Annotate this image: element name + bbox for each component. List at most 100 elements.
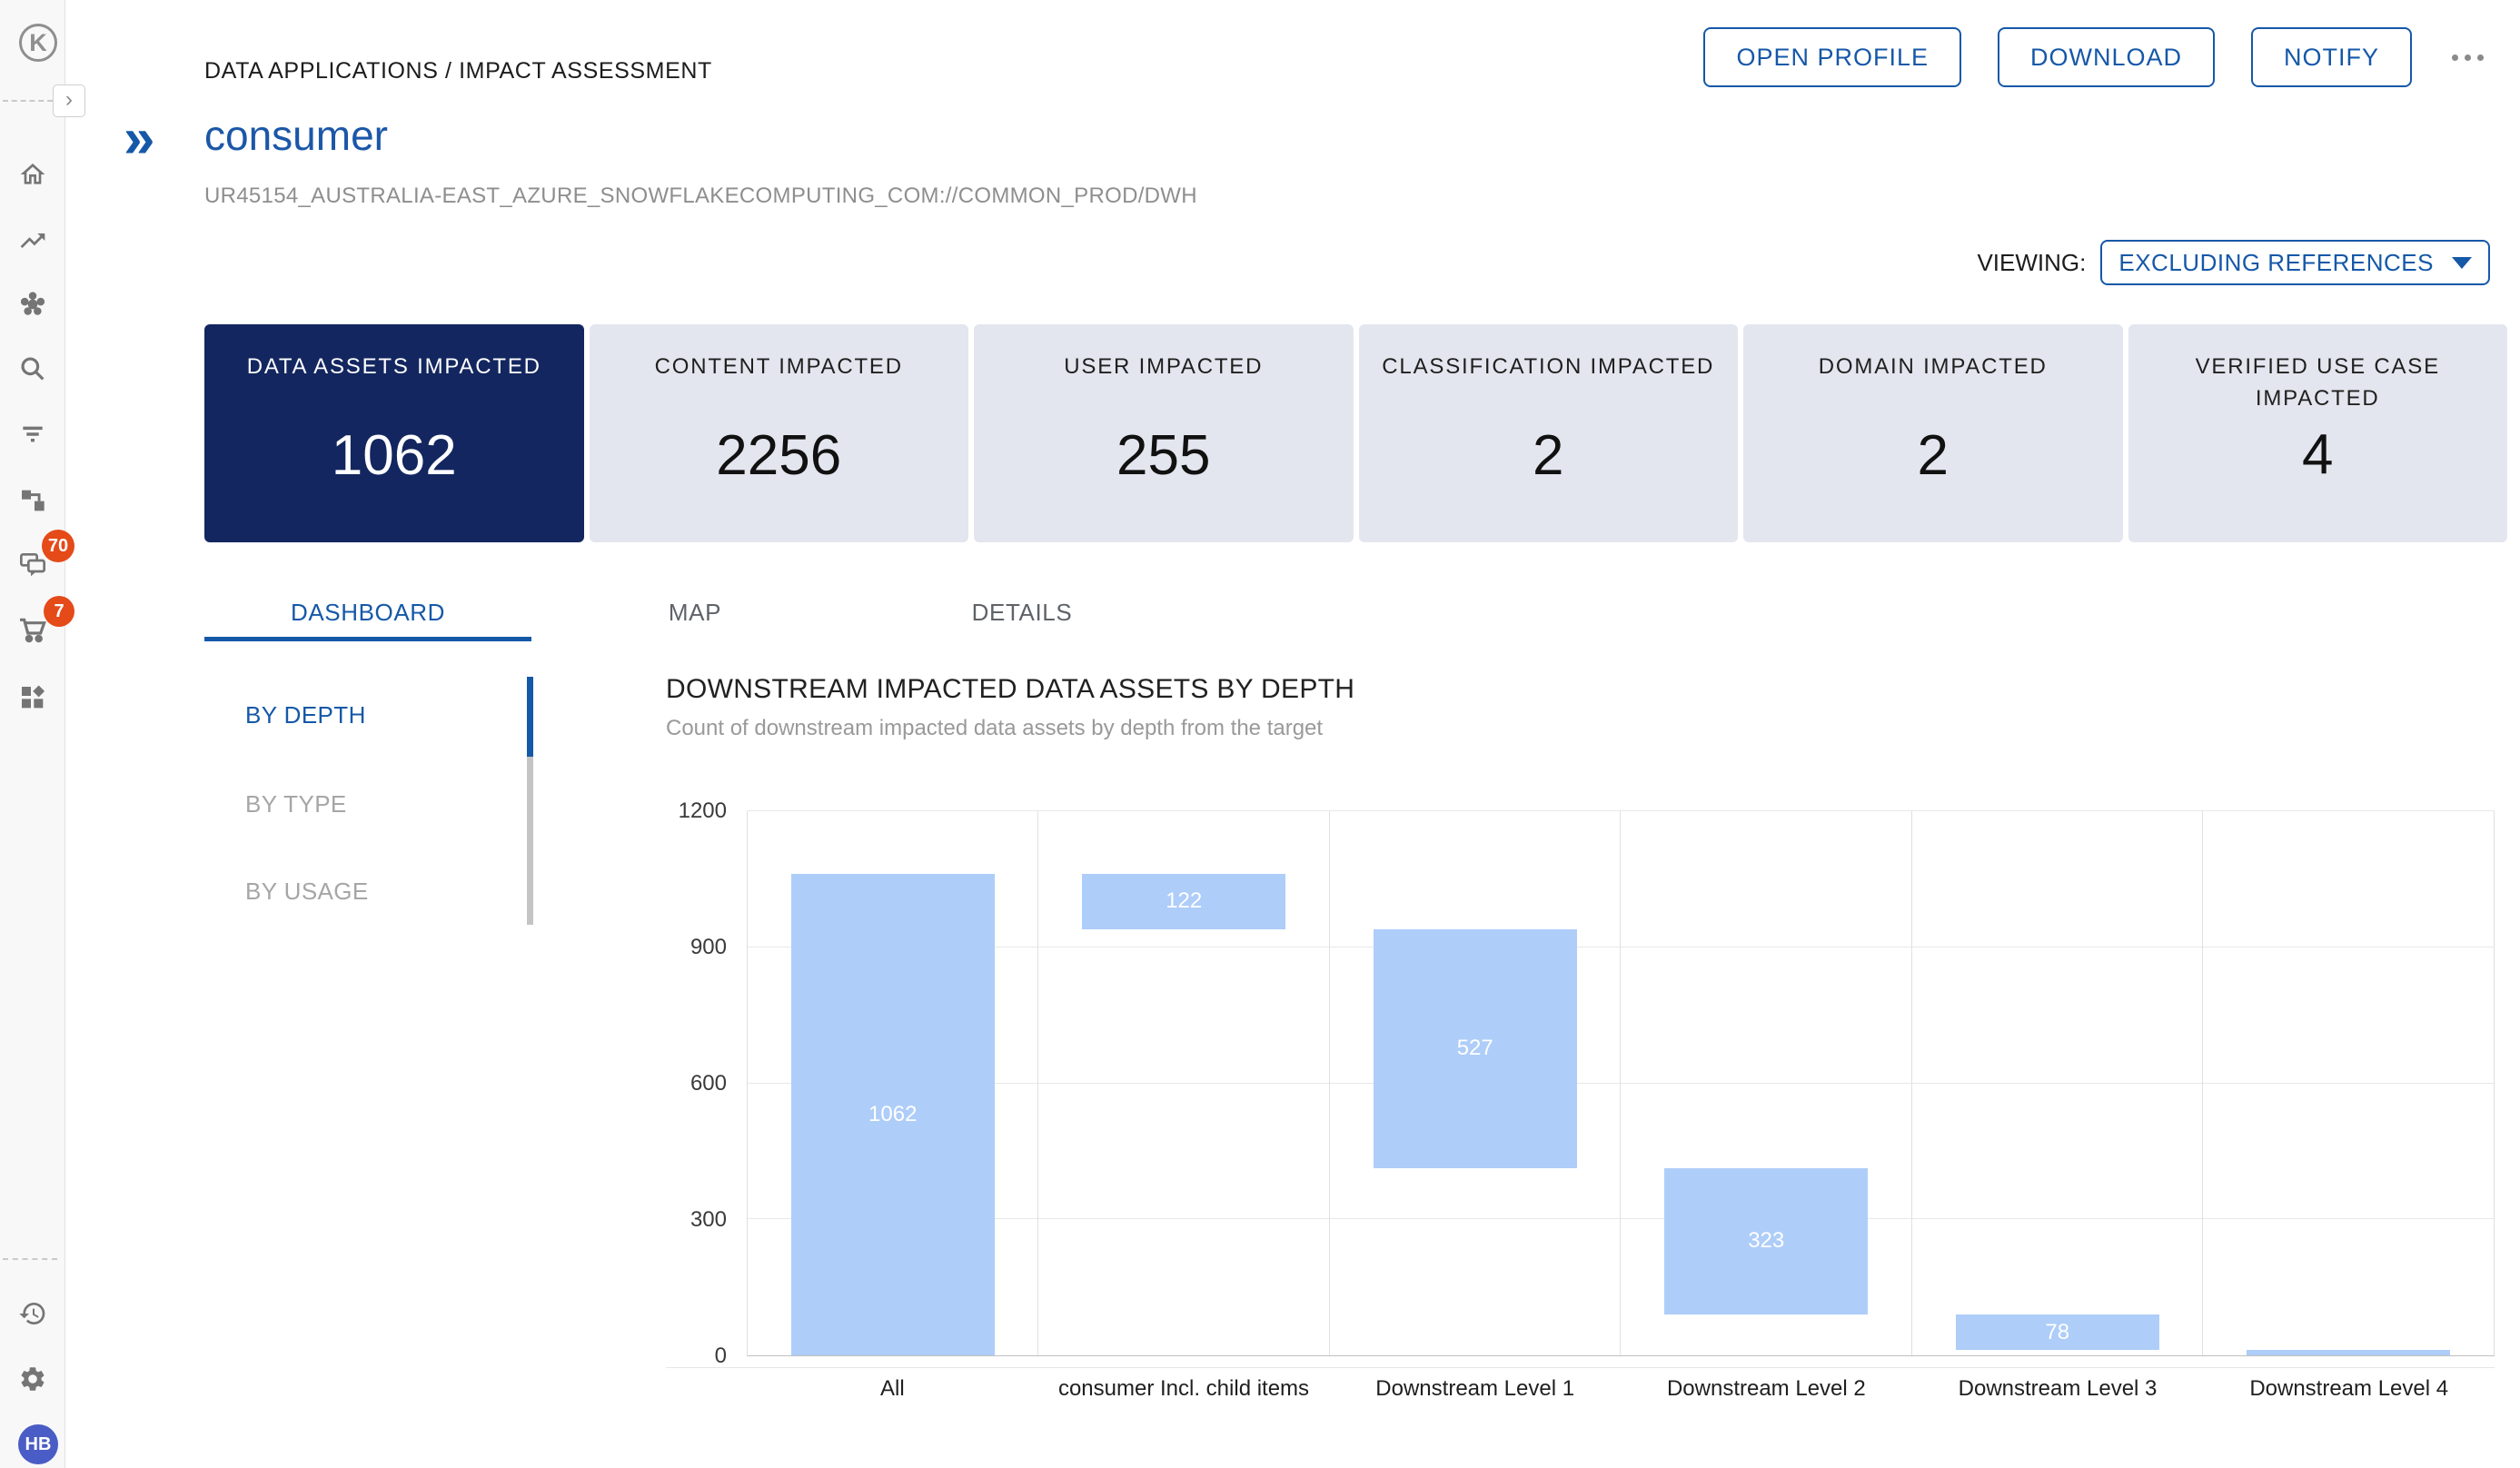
subnav-scrollbar[interactable] — [527, 677, 533, 925]
stat-card-label: CLASSIFICATION IMPACTED — [1359, 352, 1739, 383]
notify-button[interactable]: NOTIFY — [2251, 27, 2412, 87]
x-axis: Allconsumer Incl. child items Downstream … — [747, 1376, 2495, 1402]
stat-card-domain[interactable]: DOMAIN IMPACTED 2 — [1743, 324, 2123, 542]
user-avatar[interactable]: HB — [18, 1424, 58, 1464]
chart-subtitle: Count of downstream impacted data assets… — [666, 716, 1323, 741]
sidebar-item-hierarchy[interactable] — [0, 481, 65, 523]
bar-segment[interactable]: 323 — [1664, 1168, 1868, 1314]
x-axis-label: All — [747, 1376, 1038, 1402]
left-sidebar: K › 70 7 HB — [0, 0, 65, 1468]
chat-count-badge: 70 — [42, 530, 74, 562]
bar-segment[interactable]: 527 — [1374, 929, 1577, 1168]
sidebar-item-filter[interactable] — [0, 415, 65, 457]
chart-column: 78 — [1912, 811, 2203, 1355]
page-title: consumer — [204, 111, 388, 160]
stat-card-label: DATA ASSETS IMPACTED — [204, 352, 584, 383]
subnav-active-indicator — [527, 677, 533, 757]
plot-bottom-divider — [666, 1367, 2495, 1368]
chart-column: 527 — [1330, 811, 1621, 1355]
stat-card-value: 4 — [2128, 422, 2508, 487]
tab-map[interactable]: MAP — [531, 589, 858, 641]
page-subtitle: UR45154_AUSTRALIA-EAST_AZURE_SNOWFLAKECO… — [204, 184, 1197, 209]
chart-column: 323 — [1622, 811, 1912, 1355]
stat-card-value: 255 — [974, 423, 1354, 488]
filter-icon — [18, 420, 47, 453]
cart-count-badge: 7 — [44, 596, 74, 627]
double-chevron-icon: » — [124, 111, 154, 167]
viewing-dropdown[interactable]: EXCLUDING REFERENCES — [2100, 240, 2490, 285]
y-axis: 03006009001200 — [627, 811, 736, 1356]
y-tick-label: 1200 — [679, 798, 727, 824]
subnav-item-by-type[interactable]: BY TYPE — [245, 790, 347, 818]
viewing-control: VIEWING: EXCLUDING REFERENCES — [1977, 240, 2490, 285]
bar-segment[interactable]: 78 — [1956, 1314, 2159, 1350]
x-axis-label: Downstream Level 2 — [1621, 1376, 1912, 1402]
plot-area: 1062 122 527 323 78 — [747, 811, 2495, 1356]
y-tick-label: 900 — [690, 935, 727, 960]
bar-value-label: 122 — [1166, 888, 1202, 914]
stat-card-value: 2256 — [590, 423, 969, 488]
stat-card-value: 1062 — [204, 423, 584, 488]
sidebar-item-home[interactable] — [0, 155, 65, 197]
stat-card-value: 2 — [1743, 423, 2123, 488]
sidebar-item-lineage-hub[interactable] — [0, 285, 65, 327]
stat-card-content[interactable]: CONTENT IMPACTED 2256 — [590, 324, 969, 542]
bar-segment[interactable]: 122 — [1082, 874, 1285, 929]
stat-card-user[interactable]: USER IMPACTED 255 — [974, 324, 1354, 542]
sidebar-expand-button[interactable]: › — [53, 84, 85, 117]
stat-card-classification[interactable]: CLASSIFICATION IMPACTED 2 — [1359, 324, 1739, 542]
dashboard-subnav: BY DEPTH BY TYPE BY USAGE — [204, 672, 533, 927]
x-axis-label: consumer Incl. child items — [1038, 1376, 1330, 1402]
history-icon — [18, 1299, 47, 1333]
chart-column: 122 — [1038, 811, 1329, 1355]
open-profile-button[interactable]: OPEN PROFILE — [1703, 27, 1961, 87]
viewing-dropdown-value: EXCLUDING REFERENCES — [2118, 249, 2434, 277]
sidebar-item-search[interactable] — [0, 350, 65, 392]
more-actions-button[interactable] — [2448, 45, 2487, 70]
tab-details[interactable]: DETAILS — [858, 589, 1186, 641]
subnav-item-by-usage[interactable]: BY USAGE — [245, 878, 369, 906]
sidebar-item-trends[interactable] — [0, 222, 65, 263]
trending-up-icon — [18, 226, 47, 260]
tab-dashboard[interactable]: DASHBOARD — [204, 589, 531, 641]
y-tick-label: 0 — [715, 1344, 727, 1369]
hierarchy-icon — [18, 486, 47, 520]
x-axis-label: Downstream Level 4 — [2203, 1376, 2495, 1402]
sidebar-item-history[interactable] — [0, 1294, 65, 1336]
stat-cards-row: DATA ASSETS IMPACTED 1062 CONTENT IMPACT… — [204, 324, 2507, 542]
bar-value-label: 1062 — [868, 1102, 917, 1127]
stat-card-data-assets[interactable]: DATA ASSETS IMPACTED 1062 — [204, 324, 584, 542]
x-axis-label: Downstream Level 3 — [1912, 1376, 2204, 1402]
download-button[interactable]: DOWNLOAD — [1998, 27, 2215, 87]
search-icon — [18, 354, 47, 388]
gear-icon — [18, 1364, 47, 1398]
chevron-down-icon — [2452, 257, 2472, 269]
main-tabs: DASHBOARD MAP DETAILS — [204, 589, 1186, 641]
y-tick-label: 600 — [690, 1071, 727, 1096]
stat-card-label: USER IMPACTED — [974, 352, 1354, 383]
cart-icon — [18, 615, 47, 649]
bar-value-label: 78 — [2045, 1320, 2069, 1345]
stat-card-label: CONTENT IMPACTED — [590, 352, 969, 383]
app-logo-icon[interactable]: K — [19, 24, 57, 62]
network-hub-icon — [18, 290, 47, 323]
sidebar-divider — [3, 100, 53, 102]
sidebar-bottom-divider — [3, 1258, 57, 1260]
subnav-item-by-depth[interactable]: BY DEPTH — [245, 701, 366, 729]
stat-card-value: 2 — [1359, 423, 1739, 488]
home-icon — [18, 160, 47, 193]
viewing-label: VIEWING: — [1977, 249, 2086, 277]
chat-icon — [18, 550, 47, 583]
sidebar-item-apps[interactable] — [0, 679, 65, 720]
bar-segment[interactable] — [2247, 1350, 2450, 1355]
sidebar-item-settings[interactable] — [0, 1360, 65, 1402]
chart-column: 1062 — [748, 811, 1038, 1355]
apps-grid-icon — [18, 683, 47, 717]
bar-segment[interactable]: 1062 — [791, 874, 995, 1355]
y-tick-label: 300 — [690, 1207, 727, 1233]
bar-value-label: 527 — [1457, 1036, 1493, 1061]
stat-card-verified-use-case[interactable]: VERIFIED USE CASE IMPACTED 4 — [2128, 324, 2508, 542]
breadcrumb: DATA APPLICATIONS / IMPACT ASSESSMENT — [204, 58, 712, 84]
stat-card-label: DOMAIN IMPACTED — [1743, 352, 2123, 383]
bar-value-label: 323 — [1748, 1228, 1784, 1254]
